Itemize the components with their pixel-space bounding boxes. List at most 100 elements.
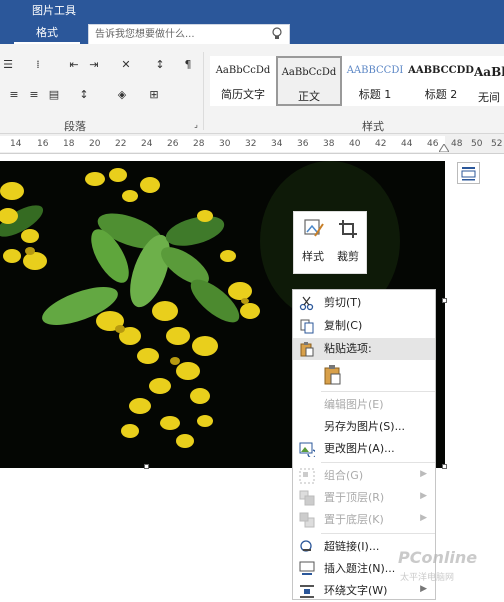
group-icon [299,468,315,484]
scissors-icon [299,296,314,311]
sort-icon[interactable]: ↕ [152,58,168,72]
ribbon-tab-bar: 图片工具 格式 告诉我您想要做什么... [0,0,504,45]
menu-item-label: 置于底层(K) [324,513,384,526]
ruler-tick: 20 [89,139,101,149]
send-back-icon [299,512,315,528]
bring-front-icon [299,490,315,506]
menu-item-label: 更改图片(A)... [324,442,395,455]
styles-group-label: 样式 [362,120,384,133]
change-picture-icon [299,442,315,457]
menu-item-group[interactable]: 组合(G) ▶ [293,465,435,487]
style-normal[interactable]: AaBbCcDd 正文 [276,56,342,106]
menu-item-save-as-picture[interactable]: 另存为图片(S)... [293,416,435,438]
ruler-tick: 44 [401,139,413,149]
show-marks-icon[interactable]: ¶ [180,58,196,72]
paragraph-group-label: 段落 [64,120,86,133]
style-name: 标题 2 [424,88,458,101]
crop-label: 裁剪 [337,250,359,263]
resize-handle[interactable] [442,464,447,469]
style-name: 无间 [478,91,500,104]
hyperlink-icon [300,540,312,552]
style-heading-2[interactable]: AABBCCDD 标题 2 [408,56,474,106]
shading-icon[interactable]: ◈ [114,88,130,102]
tab-format[interactable]: 格式 [14,22,80,44]
indent-marker-icon[interactable] [439,144,449,152]
bullets-icon[interactable]: ☰ [0,58,16,72]
horizontal-ruler[interactable]: 14 16 18 20 22 24 26 28 30 32 34 36 38 4… [0,134,504,154]
layout-options-icon [461,167,476,181]
align-center-icon[interactable]: ≡ [6,88,22,102]
ruler-tick: 42 [375,139,387,149]
caption-icon [299,561,315,575]
ruler-tick: 16 [37,139,49,149]
style-heading-1[interactable]: AABBCCDI 标题 1 [342,56,408,106]
style-preview: AaBbCcDd [215,65,271,76]
ruler-tick: 22 [115,139,127,149]
paste-option-keep-source[interactable] [293,362,435,388]
layout-options-button[interactable] [457,162,480,184]
ruler-tick: 14 [10,139,22,149]
menu-item-label: 剪切(T) [324,296,362,309]
resize-handle[interactable] [442,298,447,303]
ruler-tick: 34 [271,139,283,149]
multilevel-list-icon[interactable]: ⁞ [30,58,46,72]
style-no-spacing[interactable]: AaBl 无间 [474,56,504,106]
increase-indent-icon[interactable]: ⇥ [86,58,102,72]
menu-item-copy[interactable]: 复制(C) [293,315,435,337]
ruler-tick: 40 [349,139,361,149]
ruler-tick: 26 [167,139,179,149]
ruler-tick: 52 [491,139,503,149]
ruler-tick: 30 [219,139,231,149]
picture-style-label: 样式 [302,250,324,263]
submenu-arrow-icon: ▶ [420,491,427,501]
lightbulb-icon [272,27,282,39]
style-preview: AABBCCDI [346,65,404,76]
picture-tools-label: 图片工具 [32,4,76,17]
resize-handle[interactable] [144,464,149,469]
submenu-arrow-icon: ▶ [420,513,427,523]
ribbon-group-divider [203,52,204,130]
menu-item-paste-options: 粘贴选项: [293,338,435,360]
menu-item-send-to-back[interactable]: 置于底层(K) ▶ [293,509,435,531]
ruler-tick: 38 [323,139,335,149]
menu-item-cut[interactable]: 剪切(T) [293,292,435,314]
borders-icon[interactable]: ⊞ [146,88,162,102]
picture-style-icon [304,219,324,237]
menu-item-hyperlink[interactable]: 超链接(I)... [293,536,435,558]
tell-me-placeholder: 告诉我您想要做什么... [95,29,195,40]
menu-item-label: 复制(C) [324,319,363,332]
tell-me-search-input[interactable]: 告诉我您想要做什么... [88,24,290,45]
menu-separator [321,462,435,463]
paragraph-dialog-launcher-icon[interactable]: ⌟ [188,118,204,132]
menu-item-edit-picture[interactable]: 编辑图片(E) [293,394,435,416]
submenu-arrow-icon: ▶ [420,469,427,479]
menu-item-bring-to-front[interactable]: 置于顶层(R) ▶ [293,487,435,509]
asian-layout-icon[interactable]: ✕ [118,58,134,72]
menu-item-wrap-text[interactable]: 环绕文字(W) ▶ [293,580,435,602]
paste-picture-icon [324,365,341,385]
style-preview: AaBbCcDd [281,67,337,78]
context-menu: 剪切(T) 复制(C) 粘贴选项: 编辑图片(E) 另存为图片(S)... 更改… [292,289,436,600]
menu-separator [321,391,435,392]
style-resume-text[interactable]: AaBbCcDd 简历文字 [210,56,276,106]
menu-item-label: 另存为图片(S)... [324,420,406,433]
align-right-icon[interactable]: ≡ [26,88,42,102]
crop-icon [339,220,357,238]
line-spacing-icon[interactable]: ↕ [76,88,92,102]
style-preview: AaBl [474,65,504,79]
picture-style-button[interactable]: 样式 [297,216,329,270]
crop-button[interactable]: 裁剪 [332,216,364,270]
menu-item-insert-caption[interactable]: 插入题注(N)... [293,558,435,580]
menu-item-label: 粘贴选项: [324,342,372,355]
menu-item-change-picture[interactable]: 更改图片(A)... [293,438,435,460]
ruler-tick: 46 [427,139,439,149]
ruler-tick: 28 [193,139,205,149]
menu-item-label: 编辑图片(E) [324,398,384,411]
decrease-indent-icon[interactable]: ⇤ [66,58,82,72]
style-name: 正文 [298,90,320,103]
menu-item-label: 置于顶层(R) [324,491,385,504]
style-name: 标题 1 [358,88,392,101]
justify-icon[interactable]: ▤ [46,88,62,102]
ruler-tick: 48 [451,139,463,149]
style-preview: AABBCCDD [408,65,474,76]
